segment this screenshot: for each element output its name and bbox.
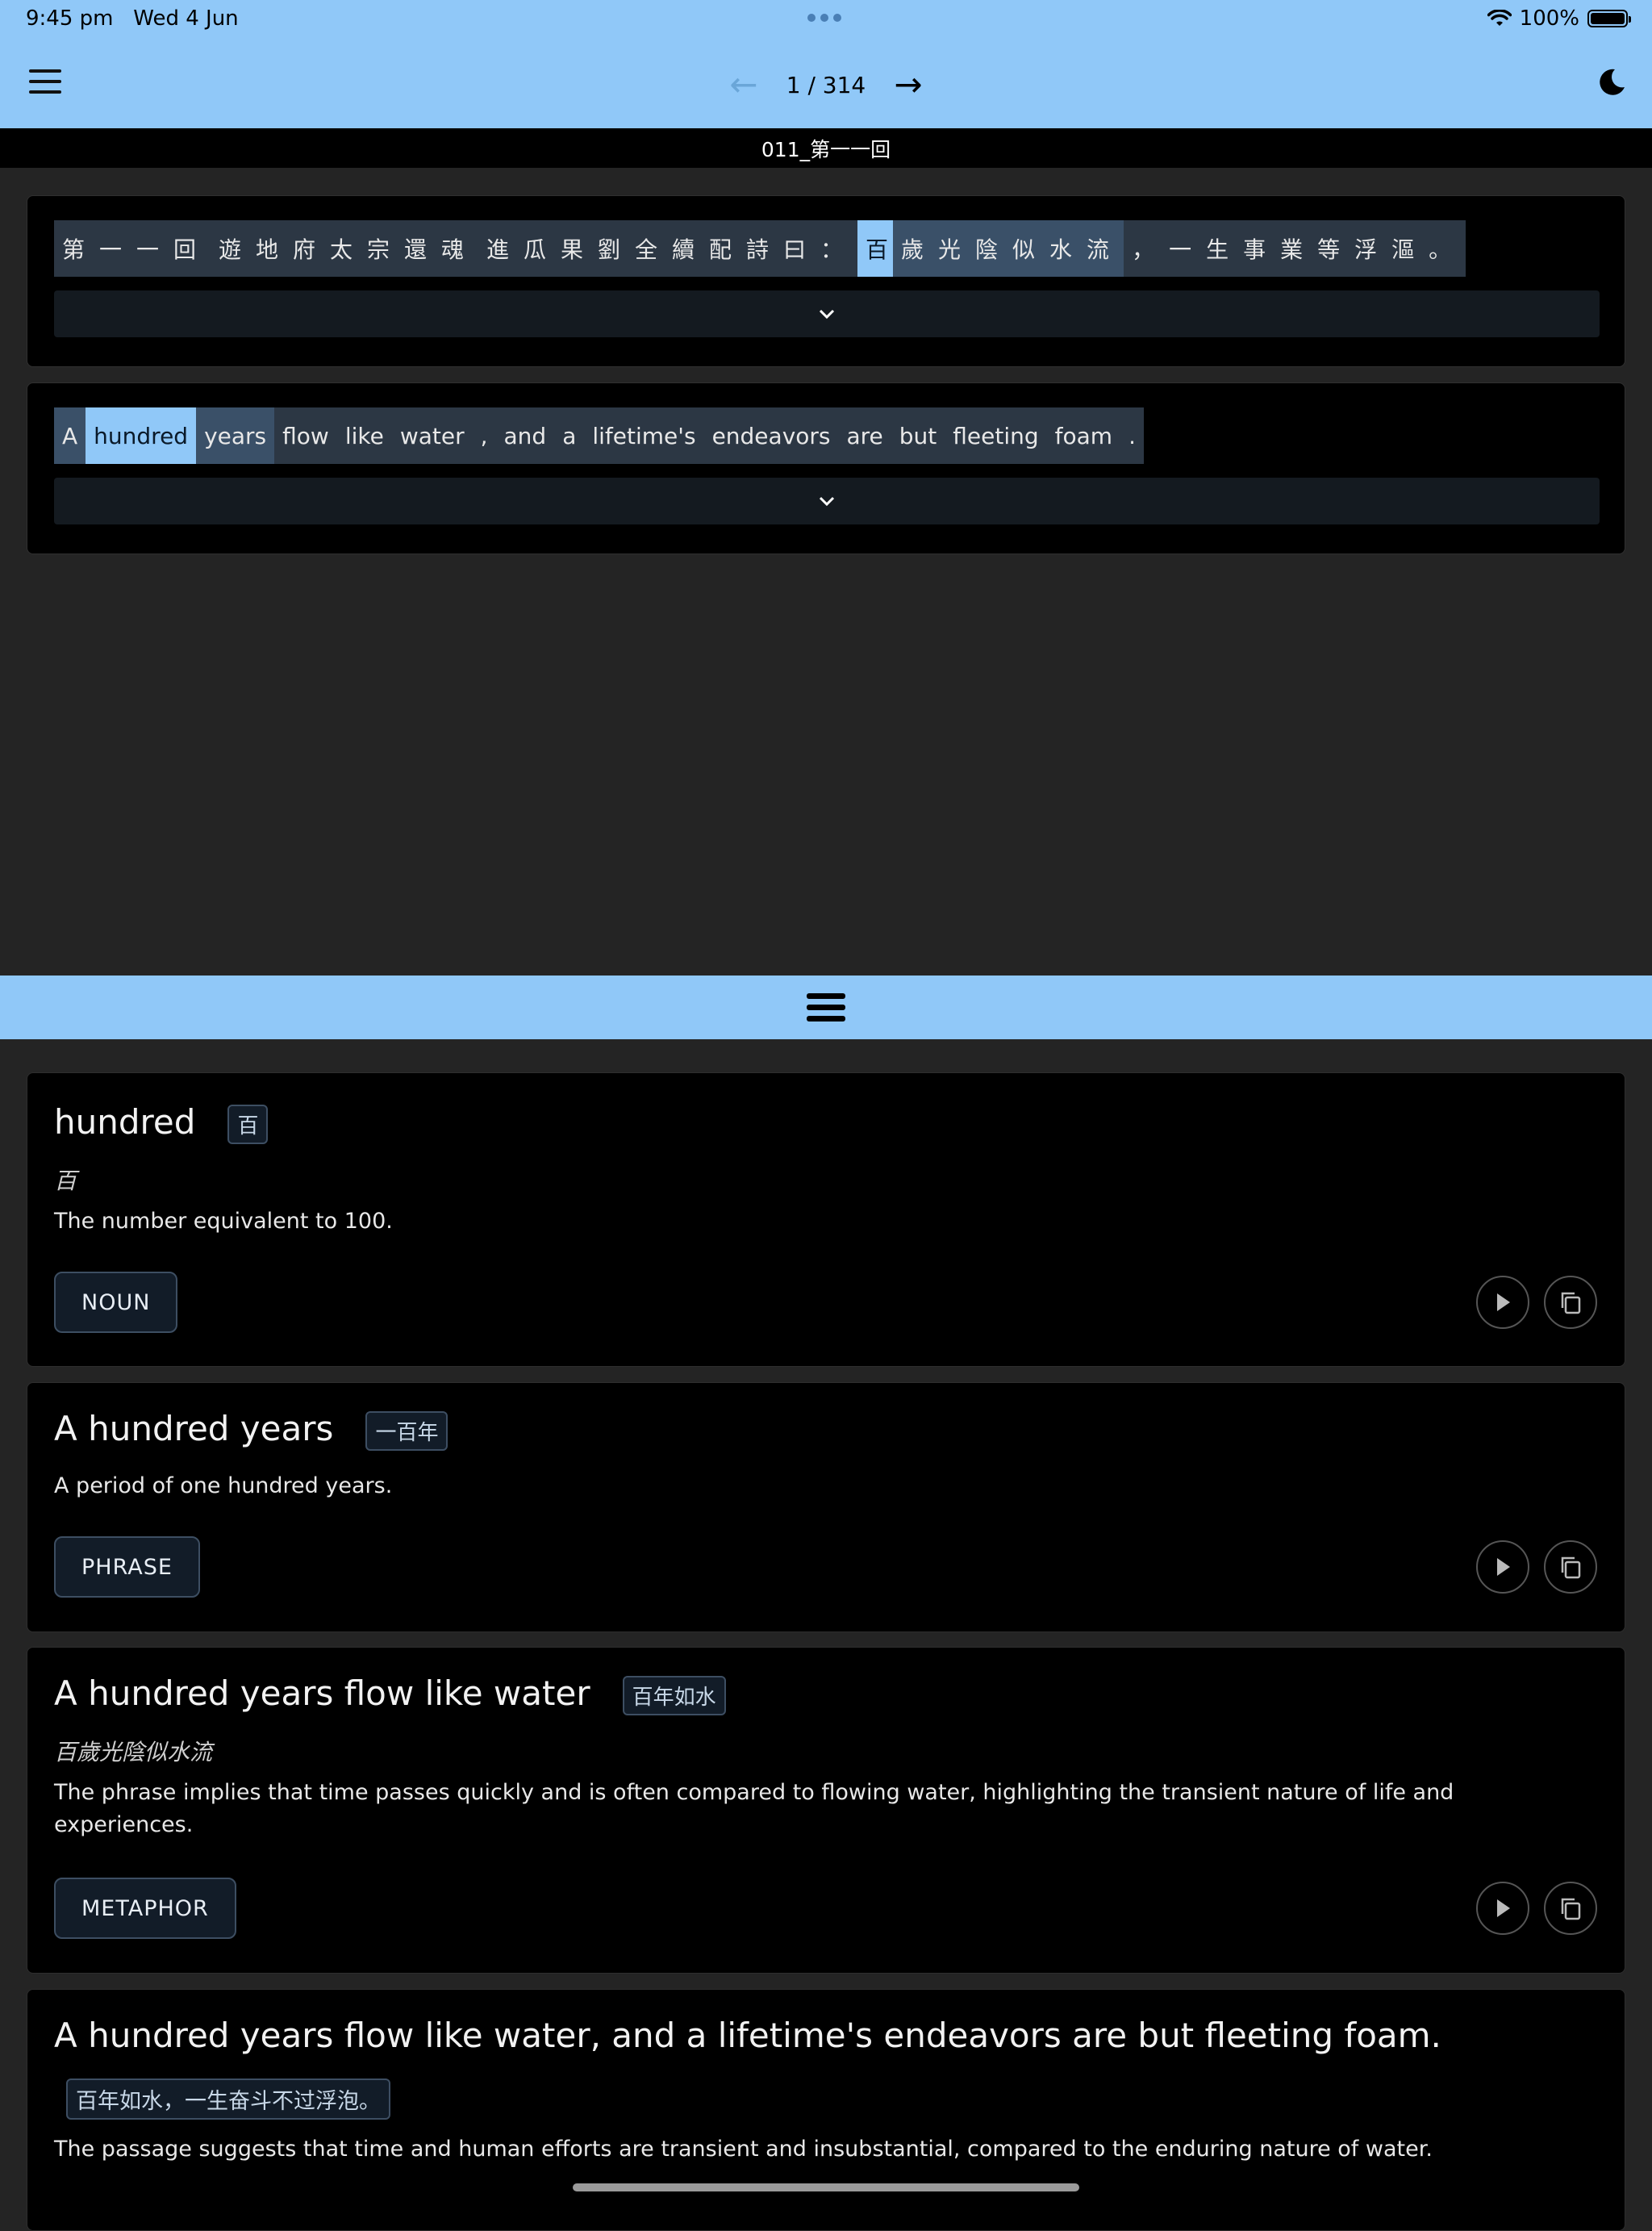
page-navigation: ← 1 / 314 → (726, 65, 926, 105)
translation-token-selected[interactable]: hundred (86, 407, 197, 464)
translation-token[interactable]: A (54, 407, 86, 464)
status-indicators: 100% (1487, 6, 1631, 31)
card-definition: The passage suggests that time and human… (54, 2137, 1433, 2162)
card-title: A hundred years flow like water, and a l… (54, 2016, 1441, 2055)
card-original-text: 百歲光陰似水流 (54, 1739, 213, 1765)
source-text-panel: 第一一回 遊地府太宗還魂 進瓜果劉全續配詩曰： 百 歲光陰似水流 ，一生事業等浮… (27, 195, 1625, 367)
copy-button[interactable] (1544, 1882, 1597, 1935)
translation-tag: 百年如水 (622, 1676, 726, 1715)
translation-token[interactable]: water (391, 407, 473, 464)
translation-token[interactable]: , (472, 407, 496, 464)
source-sentence: 第一一回 遊地府太宗還魂 進瓜果劉全續配詩曰： 百 歲光陰似水流 ，一生事業等浮… (54, 220, 1466, 277)
play-button[interactable] (1476, 1276, 1529, 1329)
translation-tag: 百年如水，一生奋斗不过浮泡。 (66, 2079, 390, 2120)
card-definition: The number equivalent to 100. (54, 1209, 393, 1234)
copy-button[interactable] (1544, 1540, 1597, 1594)
source-token[interactable]: ，一生事業等浮漚。 (1124, 220, 1466, 277)
card-definition: The phrase implies that time passes quic… (54, 1780, 1454, 1837)
card-title: hundred 百 (54, 1102, 269, 1144)
home-indicator[interactable] (573, 2183, 1079, 2191)
play-icon (1497, 1293, 1510, 1311)
chevron-down-icon (819, 309, 835, 320)
source-token[interactable]: 遊地府太宗還魂 (211, 220, 479, 277)
card-definition: A period of one hundred years. (54, 1473, 393, 1498)
definition-card: A hundred years 一百年 A period of one hund… (27, 1382, 1625, 1632)
translation-token[interactable]: are (838, 407, 891, 464)
translation-token[interactable]: but (891, 407, 945, 464)
translation-token[interactable]: like (336, 407, 392, 464)
definition-card: hundred 百 百 The number equivalent to 100… (27, 1072, 1625, 1367)
chapter-title: 011_第一一回 (0, 128, 1652, 168)
copy-button[interactable] (1544, 1276, 1597, 1329)
play-button[interactable] (1476, 1540, 1529, 1594)
chevron-down-icon (819, 496, 835, 507)
menu-icon[interactable] (29, 69, 61, 97)
translation-sentence: A hundred years flow like water , and a … (54, 407, 1144, 464)
status-time: 9:45 pm Wed 4 Jun (26, 6, 239, 31)
arrow-left-icon[interactable]: ← (726, 68, 761, 102)
card-title: A hundred years flow like water 百年如水 (54, 1673, 726, 1715)
part-of-speech-badge[interactable]: PHRASE (54, 1536, 200, 1598)
arrow-right-icon[interactable]: → (891, 68, 926, 102)
translation-token[interactable]: endeavors (703, 407, 839, 464)
play-button[interactable] (1476, 1882, 1529, 1935)
multitasking-dots-icon[interactable] (807, 14, 841, 22)
translation-tag-row: 百年如水，一生奋斗不过浮泡。 (66, 2079, 390, 2120)
drag-handle-icon (807, 988, 845, 1027)
translation-tag: 一百年 (365, 1411, 448, 1451)
translation-token[interactable]: years (196, 407, 275, 464)
definition-card: A hundred years flow like water, and a l… (27, 1989, 1625, 2231)
part-of-speech-badge[interactable]: METAPHOR (54, 1878, 236, 1939)
translation-panel: A hundred years flow like water , and a … (27, 382, 1625, 554)
translation-token[interactable]: foam (1046, 407, 1121, 464)
expand-translation-button[interactable] (54, 478, 1600, 524)
battery-percent: 100% (1519, 6, 1579, 31)
translation-tag: 百 (227, 1105, 269, 1144)
translation-token[interactable]: a (554, 407, 585, 464)
card-title: A hundred years 一百年 (54, 1409, 448, 1451)
translation-token[interactable]: fleeting (945, 407, 1047, 464)
definition-card: A hundred years flow like water 百年如水 百歲光… (27, 1647, 1625, 1974)
wifi-icon (1487, 10, 1512, 26)
source-token[interactable]: 進瓜果劉全續配詩曰： (478, 220, 858, 277)
play-icon (1497, 1558, 1510, 1576)
card-original-text: 百 (54, 1168, 77, 1194)
source-token[interactable]: 第一一回 (54, 220, 211, 277)
page-indicator: 1 / 314 (786, 71, 866, 98)
translation-token[interactable]: and (495, 407, 555, 464)
top-app-bar: 9:45 pm Wed 4 Jun 100% ← 1 / 314 → (0, 0, 1652, 128)
translation-token[interactable]: lifetime's (584, 407, 704, 464)
source-token-selected[interactable]: 百 (857, 220, 894, 277)
battery-icon (1587, 10, 1631, 27)
split-divider[interactable] (0, 976, 1652, 1039)
copy-icon (1561, 1556, 1581, 1579)
copy-icon (1561, 1898, 1581, 1920)
part-of-speech-badge[interactable]: NOUN (54, 1272, 178, 1333)
translation-token[interactable]: . (1120, 407, 1144, 464)
play-icon (1497, 1899, 1510, 1917)
copy-icon (1561, 1292, 1581, 1314)
moon-icon[interactable] (1596, 66, 1628, 98)
translation-token[interactable]: flow (274, 407, 337, 464)
source-token[interactable]: 歲光陰似水流 (893, 220, 1124, 277)
expand-source-button[interactable] (54, 290, 1600, 337)
